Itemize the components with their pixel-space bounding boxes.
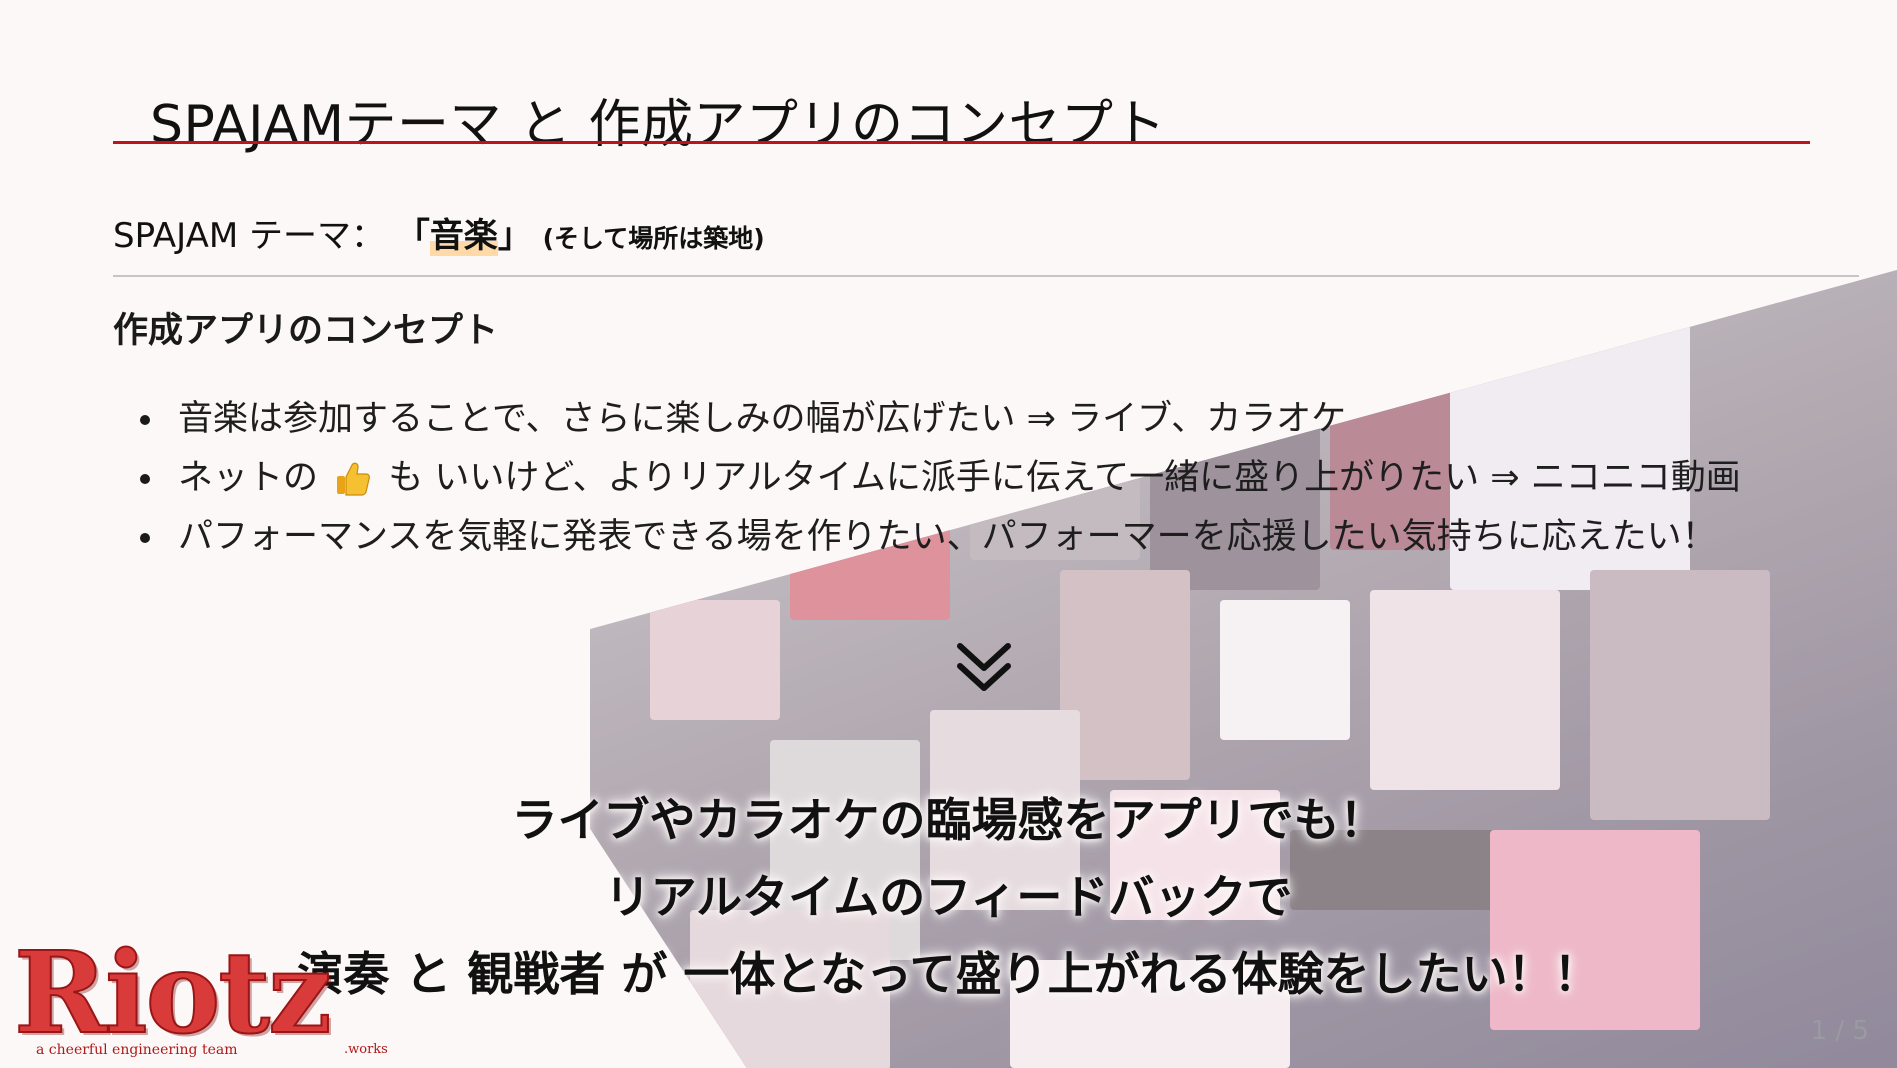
list-item: ネットの も いいけど、よりリアルタイムに派手に伝えて一緒に盛り上がりたい ⇒ … [140, 449, 1741, 508]
bullet-dot [140, 533, 150, 543]
logo-tagline: a cheerful engineering team [36, 1042, 238, 1058]
page-number: 1 / 5 [1810, 1016, 1869, 1046]
bullet-text-after: も いいけど、よりリアルタイムに派手に伝えて一緒に盛り上がりたい ⇒ ニコニコ動… [388, 458, 1741, 498]
bullet-text: 音楽は参加することで、さらに楽しみの幅が広げたい ⇒ ライブ、カラオケ [178, 399, 1347, 439]
logo-suffix: .works [344, 1042, 388, 1057]
theme-label: SPAJAM テーマ： [113, 216, 385, 256]
thumbs-up-icon [337, 462, 371, 496]
section-divider [113, 275, 1859, 277]
bullet-dot [140, 474, 150, 484]
conclusion-line: リアルタイムのフィードバックで [604, 870, 1293, 924]
riotz-logo: Riotz a cheerful engineering team .works [13, 927, 394, 1062]
slide-title: SPAJAMテーマ と 作成アプリのコンセプト [150, 95, 1167, 155]
theme-value-open: 「 [395, 216, 430, 256]
list-item: 音楽は参加することで、さらに楽しみの幅が広げたい ⇒ ライブ、カラオケ [140, 390, 1741, 449]
list-item: パフォーマンスを気軽に発表できる場を作りたい、パフォーマーを応援したい気持ちに応… [140, 508, 1741, 567]
theme-line: SPAJAM テーマ： 「音楽」 (そして場所は築地) [113, 208, 765, 257]
theme-value-close: 」 [497, 216, 532, 256]
bullet-dot [140, 415, 150, 425]
bullet-text-before: ネットの [178, 458, 319, 498]
concept-bullet-list: 音楽は参加することで、さらに楽しみの幅が広げたい ⇒ ライブ、カラオケ ネットの… [140, 390, 1741, 567]
double-chevron-down-icon [957, 643, 1011, 691]
theme-note: (そして場所は築地) [542, 224, 765, 253]
bullet-text: パフォーマンスを気軽に発表できる場を作りたい、パフォーマーを応援したい気持ちに応… [178, 517, 1717, 557]
logo-word: Riotz [13, 927, 333, 1060]
title-underline [113, 141, 1810, 144]
conclusion-line: ライブやカラオケの臨場感をアプリでも！ [511, 793, 1386, 847]
concept-heading: 作成アプリのコンセプト [113, 311, 499, 351]
theme-value: 音楽 [429, 216, 498, 256]
slide: SPAJAMテーマ と 作成アプリのコンセプト SPAJAM テーマ： 「音楽」… [0, 0, 1897, 1068]
